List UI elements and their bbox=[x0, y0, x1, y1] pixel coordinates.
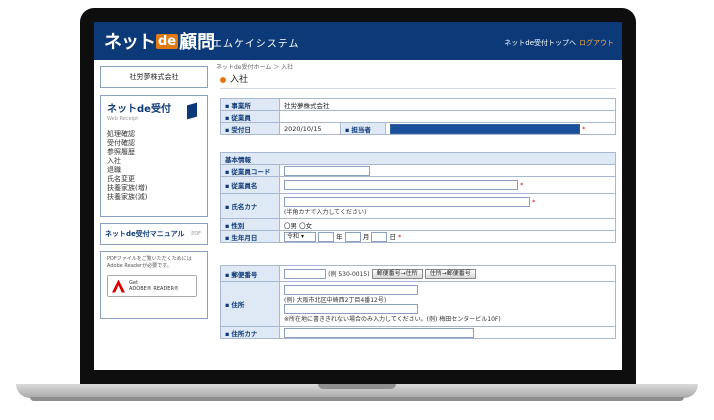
laptop-notch bbox=[318, 384, 396, 389]
office-value: 社労夢株式会社 bbox=[279, 98, 616, 111]
vendor-name: エムケイシステム bbox=[212, 39, 300, 50]
employee-code-input[interactable] bbox=[284, 165, 370, 176]
app-logo: ネット de 顧問 bbox=[104, 32, 216, 53]
pdf-icon: PDF bbox=[191, 231, 201, 237]
breadcrumb: ネットde受付ホーム ＞ 入社 bbox=[216, 64, 294, 71]
address-input[interactable] bbox=[284, 285, 418, 295]
address-kana-label: 住所カナ bbox=[220, 326, 280, 339]
sidebar-item-join[interactable]: 入社 bbox=[107, 157, 201, 166]
employee-name-label: 従業員名 bbox=[220, 176, 280, 194]
adobe-icon bbox=[112, 279, 125, 293]
book-icon bbox=[187, 102, 197, 120]
employee-code-label: 従業員コード bbox=[220, 164, 280, 177]
address-building-input[interactable] bbox=[284, 304, 418, 314]
top-page-link[interactable]: ネットde受付トップへ bbox=[504, 39, 576, 47]
era-select[interactable]: 令和 ▾ bbox=[284, 232, 316, 242]
address-kana-input[interactable] bbox=[284, 327, 474, 338]
staff-cell: * bbox=[385, 122, 616, 135]
employee-label: 従業員 bbox=[220, 110, 280, 123]
sidebar-menu-box: ネットde受付 Web Receipt 処理確認 受付確認 参照履歴 入社 退職… bbox=[100, 95, 208, 217]
address-label: 住所 bbox=[220, 281, 280, 327]
app-header: ネット de 顧問 エムケイシステム ネットde受付トップへ ログアウト bbox=[94, 22, 622, 60]
sidebar-company-name: 社労夢株式会社 bbox=[100, 66, 208, 88]
bullet-icon bbox=[220, 76, 226, 83]
adobe-reader-button[interactable]: Get ADOBE® READER® bbox=[107, 275, 197, 297]
office-label: 事業所 bbox=[220, 98, 280, 111]
adobe-note: PDFファイルをご覧いただくためには Adobe Readerが必要です。 bbox=[107, 256, 192, 269]
page-title: 入社 bbox=[220, 72, 616, 89]
birth-day-input[interactable] bbox=[371, 232, 388, 242]
staff-select[interactable] bbox=[390, 123, 580, 134]
birth-month-input[interactable] bbox=[344, 232, 361, 242]
laptop-screen: ネット de 顧問 エムケイシステム ネットde受付トップへ ログアウト 社労夢株式会… bbox=[94, 22, 622, 370]
sidebar-item-name-change[interactable]: 氏名変更 bbox=[107, 175, 201, 184]
zip-to-address-button[interactable]: 郵便番号→住所 bbox=[371, 268, 423, 279]
logout-link[interactable]: ログアウト bbox=[579, 39, 614, 47]
gender-male-radio[interactable]: 〇男 bbox=[284, 222, 297, 230]
birth-label: 生年月日 bbox=[220, 230, 280, 243]
header-links: ネットde受付トップへ ログアウト bbox=[504, 38, 614, 48]
basic-info-table: 基本情報 従業員コード 従業員名 * 氏名カナ *(半角カナで入力してください)… bbox=[220, 152, 616, 243]
sidebar: 社労夢株式会社 ネットde受付 Web Receipt 処理確認 受付確認 参照… bbox=[100, 66, 208, 319]
zip-input[interactable] bbox=[284, 268, 326, 279]
sidebar-item-retire[interactable]: 退職 bbox=[107, 166, 201, 175]
date-label: 受付日 bbox=[220, 122, 280, 135]
sidebar-item-reception[interactable]: 受付確認 bbox=[107, 139, 201, 148]
address-table: 郵便番号 (例 530-0015) 郵便番号→住所 住所→郵便番号 住所 (例)… bbox=[220, 265, 616, 339]
zip-label: 郵便番号 bbox=[220, 265, 280, 282]
sidebar-item-dependent-add[interactable]: 扶養家族(増) bbox=[107, 184, 201, 193]
laptop-base-edge bbox=[30, 397, 684, 401]
chevron-down-icon: ▾ bbox=[300, 233, 304, 240]
kana-input[interactable] bbox=[284, 196, 530, 207]
kana-label: 氏名カナ bbox=[220, 193, 280, 219]
address-note: ※所在地に書ききれない場合のみ入力してください。(例) 梅田センタービル10F) bbox=[284, 316, 501, 323]
sidebar-item-history[interactable]: 参照履歴 bbox=[107, 148, 201, 157]
address-to-zip-button[interactable]: 住所→郵便番号 bbox=[424, 268, 476, 279]
birth-year-input[interactable] bbox=[318, 232, 335, 242]
employee-value bbox=[279, 110, 616, 123]
sidebar-menu: 処理確認 受付確認 参照履歴 入社 退職 氏名変更 扶養家族(増) 扶養家族(減… bbox=[107, 130, 201, 202]
employee-name-input[interactable] bbox=[284, 180, 518, 190]
sidebar-item-processing[interactable]: 処理確認 bbox=[107, 130, 201, 139]
manual-link[interactable]: ネットde受付マニュアル PDF bbox=[100, 223, 208, 245]
sidebar-item-dependent-remove[interactable]: 扶養家族(減) bbox=[107, 193, 201, 202]
date-value: 2020/10/15 bbox=[279, 122, 341, 135]
gender-label: 性別 bbox=[220, 218, 280, 231]
section-basic-info: 基本情報 bbox=[220, 152, 616, 165]
kana-note: (半角カナで入力してください) bbox=[284, 208, 367, 216]
staff-label: 担当者 bbox=[340, 122, 386, 135]
adobe-box: PDFファイルをご覧いただくためには Adobe Readerが必要です。 Ge… bbox=[100, 251, 208, 319]
gender-female-radio[interactable]: 〇女 bbox=[299, 222, 312, 230]
address-example: (例) 大阪市北区中崎西2丁目4番12号) bbox=[284, 297, 387, 304]
reception-table: 事業所 社労夢株式会社 従業員 受付日 2020/10/15 担当者 * bbox=[220, 98, 616, 135]
